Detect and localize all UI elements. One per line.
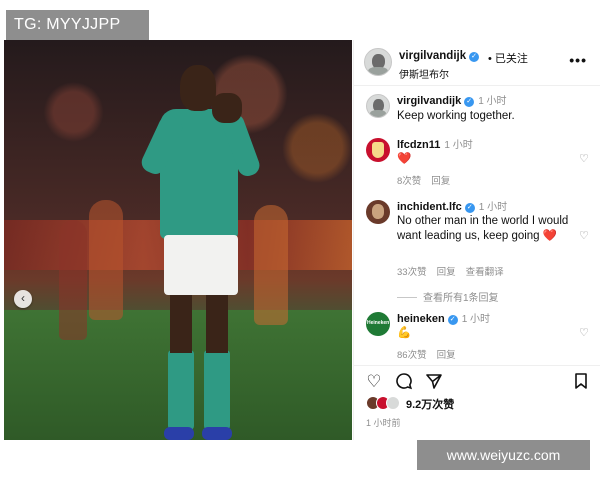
comment-header: inchident.lfc ✓ 1 小时 — [397, 200, 582, 215]
verified-badge-icon: ✓ — [447, 315, 458, 325]
translate-button[interactable]: 查看翻译 — [466, 267, 504, 278]
comment-time: 1 小时 — [444, 140, 473, 151]
follow-status[interactable]: • 已关注 — [488, 50, 528, 66]
comment-username[interactable]: inchident.lfc — [397, 201, 462, 213]
player-hands — [212, 93, 242, 123]
comment-likes[interactable]: 33次赞 — [397, 267, 427, 278]
post-header: virgilvandijk ✓ • 已关注 伊斯坦布尔 ••• — [354, 40, 600, 86]
comment-text: No other man in the world I would want l… — [397, 215, 569, 242]
player-leg — [206, 293, 228, 353]
post-photo[interactable]: ‹ — [4, 40, 352, 440]
comment-icon-svg — [396, 373, 413, 390]
comment-meta: 33次赞 回复 查看翻译 — [397, 264, 514, 278]
comment-username[interactable]: lfcdzn11 — [397, 139, 440, 151]
comment-username[interactable]: heineken — [397, 313, 445, 325]
post-side-panel: virgilvandijk ✓ • 已关注 伊斯坦布尔 ••• virgilvan… — [353, 40, 600, 440]
avatar[interactable] — [366, 200, 390, 224]
comment-time: 1 小时 — [461, 314, 491, 325]
heart-outline-icon[interactable]: ♡ — [579, 327, 591, 339]
reply-button[interactable]: 回复 — [437, 350, 456, 361]
comment-header: virgilvandijk ✓ 1 小时 — [397, 94, 582, 109]
verified-badge-icon: ✓ — [464, 203, 475, 213]
comment-text: Keep working together. — [397, 110, 515, 122]
post-actions: ♡ 9.2万次赞 1 小时前 — [354, 365, 600, 440]
verified-badge-icon: ✓ — [464, 97, 475, 107]
player-sock — [168, 350, 194, 430]
avatar[interactable]: Heineken — [366, 312, 390, 336]
player-leg — [170, 293, 192, 353]
avatar-face — [372, 204, 384, 219]
more-horizontal-icon[interactable]: ••• — [569, 52, 587, 68]
post-username[interactable]: virgilvandijk ✓ — [399, 50, 480, 62]
view-replies-button[interactable]: 查看所有1条回复 — [397, 289, 499, 304]
heart-icon[interactable]: ♡ — [364, 372, 384, 392]
liker-avatar — [386, 396, 400, 410]
avatar[interactable] — [366, 94, 390, 118]
reply-button[interactable]: 回复 — [431, 176, 450, 187]
comment-time: 1 小时 — [478, 202, 508, 213]
comment-likes[interactable]: 86次赞 — [397, 350, 427, 361]
comment-header: heineken ✓ 1 小时 — [397, 312, 582, 327]
player-sock — [204, 350, 230, 430]
player-boot — [202, 427, 232, 440]
comment-header: lfcdzn11 1 小时 — [397, 138, 582, 153]
post-time: 1 小时前 — [366, 418, 401, 428]
background-player — [59, 220, 87, 340]
bookmark-icon-svg — [575, 373, 587, 389]
player-head — [180, 65, 216, 111]
watermark-bottom: www.weiyuzc.com — [417, 440, 590, 470]
avatar-body — [369, 110, 387, 117]
reply-button[interactable]: 回复 — [437, 267, 456, 278]
comment-meta: 86次赞 回复 — [397, 347, 466, 361]
follow-status-text: 已关注 — [494, 53, 528, 65]
bookmark-icon[interactable] — [571, 372, 591, 392]
username-text: virgilvandijk — [399, 50, 467, 62]
comment-text: ❤️ — [397, 153, 412, 165]
liverpool-crest-icon — [372, 142, 384, 158]
post-location[interactable]: 伊斯坦布尔 — [399, 66, 449, 81]
carousel-prev-button[interactable]: ‹ — [14, 290, 32, 308]
watermark-top: TG: MYYJJPP — [6, 10, 149, 40]
avatar[interactable] — [366, 138, 390, 162]
player-shorts — [164, 235, 238, 295]
heineken-logo-text: Heineken — [367, 320, 390, 326]
comment-likes[interactable]: 8次赞 — [397, 176, 421, 187]
comment-text: 💪 — [397, 327, 412, 339]
comment-time: 1 小时 — [478, 96, 507, 107]
comment-meta: 8次赞 回复 — [397, 173, 460, 187]
verified-badge-icon: ✓ — [469, 52, 480, 62]
avatar[interactable] — [364, 48, 392, 76]
likes-count[interactable]: 9.2万次赞 — [406, 396, 454, 412]
player-boot — [164, 427, 194, 440]
dot-separator: • — [488, 53, 495, 65]
view-replies-text: 查看所有1条回复 — [423, 293, 499, 304]
heart-outline-icon[interactable]: ♡ — [579, 230, 591, 242]
player-figure — [138, 65, 263, 440]
reply-divider — [397, 297, 417, 298]
comment-icon[interactable] — [394, 372, 414, 392]
heart-outline-icon[interactable]: ♡ — [579, 153, 591, 165]
background-player — [89, 200, 123, 320]
comment-username[interactable]: virgilvandijk — [397, 95, 461, 107]
send-icon-svg — [426, 374, 442, 389]
avatar-body — [368, 67, 388, 75]
send-icon[interactable] — [424, 372, 444, 392]
